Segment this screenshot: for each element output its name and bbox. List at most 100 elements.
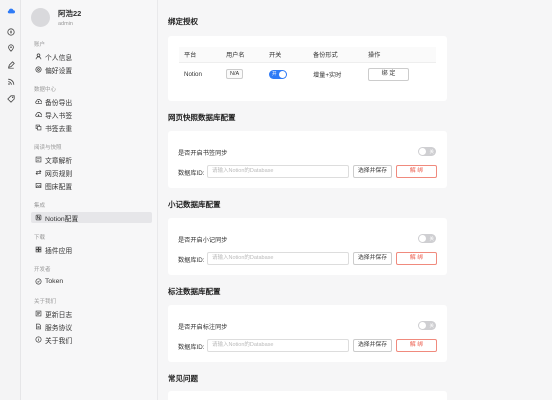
sidebar-item-label: 插件应用 [45, 247, 73, 255]
profile-name: 阿浩22 [58, 9, 82, 18]
sidebar-item-label: 个人信息 [45, 54, 73, 62]
sidebar-item-article-parse[interactable]: 文章解析 [31, 154, 152, 165]
location-pin-icon[interactable] [5, 42, 16, 53]
cloud-upload-icon [35, 99, 42, 104]
toggle-text: 关 [429, 235, 435, 241]
sidebar-item-label: Token [45, 278, 64, 285]
memo-db-input[interactable]: 请输入Notion的Database [207, 252, 349, 265]
sidebar-item-import[interactable]: 导入书签 [31, 109, 152, 120]
toggle-text: 关 [429, 148, 435, 154]
sidebar-item-token[interactable]: Token [31, 276, 152, 287]
sidebar-item-image-host[interactable]: 图床配置 [31, 180, 152, 191]
column-header: 操作 [363, 47, 436, 63]
section-title-auth: 绑定授权 [168, 17, 198, 26]
snapshot-save-button[interactable]: 选择并保存 [353, 165, 392, 178]
memo-unbind-button[interactable]: 解 绑 [396, 252, 437, 265]
section-title-snapshot: 网页快照数据库配置 [168, 113, 236, 122]
sidebar-item-dedupe[interactable]: 书签去重 [31, 122, 152, 133]
token-icon [35, 278, 42, 285]
user-icon [35, 53, 42, 60]
group-label-about: 关于我们 [34, 299, 57, 305]
table-header-row: 平台 用户名 开关 备份形式 操作 [179, 47, 436, 63]
sidebar-item-label: 更新日志 [45, 311, 73, 319]
icon-rail [0, 0, 21, 400]
notion-icon [35, 214, 42, 221]
sidebar-item-plugins[interactable]: 插件应用 [31, 244, 152, 255]
snapshot-sync-toggle[interactable]: 关 [418, 147, 436, 156]
sidebar: 阿浩22 admin 账户 个人信息 偏好设置 数据中心 备份导出 导入书签 书… [21, 0, 158, 400]
sidebar-item-label: 服务协议 [45, 324, 73, 332]
group-label-download: 下载 [34, 235, 46, 241]
cloud-logo-icon[interactable] [5, 5, 16, 16]
swap-icon [35, 169, 42, 176]
doc-icon [36, 323, 41, 330]
toggle-text: 关 [429, 322, 435, 328]
tag-icon[interactable] [5, 93, 16, 104]
group-label-account: 账户 [34, 42, 46, 48]
sidebar-item-label: 备份导出 [45, 99, 73, 107]
sync-toggle-label: 是否开启小记同步 [178, 237, 228, 244]
download-icon [35, 112, 42, 117]
sync-toggle-label: 是否开启标注同步 [178, 324, 228, 331]
auth-toggle[interactable]: 开 [269, 69, 287, 79]
pen-icon[interactable] [5, 59, 16, 70]
group-label-integration: 集成 [34, 203, 46, 209]
copy-icon [35, 124, 42, 131]
sidebar-item-web-rules[interactable]: 网页规则 [31, 167, 152, 178]
sidebar-item-about[interactable]: 关于我们 [31, 334, 152, 345]
sidebar-item-notion[interactable]: Notion配置 [31, 212, 152, 223]
sidebar-item-label: 书签去重 [45, 125, 73, 133]
sidebar-item-label: 偏好设置 [45, 67, 73, 75]
sidebar-item-label: 导入书签 [45, 112, 73, 120]
faq-card [168, 391, 447, 400]
annotation-unbind-button[interactable]: 解 绑 [396, 339, 437, 352]
info-icon [35, 336, 42, 343]
auth-card: 平台 用户名 开关 备份形式 操作 Notion N/A 开 增量+实时 绑 定 [168, 36, 447, 101]
sidebar-item-backup[interactable]: 备份导出 [31, 96, 152, 107]
annotation-card: 是否开启标注同步 关 数据库ID: 请输入Notion的Database 选择并… [168, 305, 447, 362]
annotation-db-input[interactable]: 请输入Notion的Database [207, 339, 349, 352]
sidebar-item-label: 图床配置 [45, 183, 73, 191]
auth-table: 平台 用户名 开关 备份形式 操作 Notion N/A 开 增量+实时 绑 定 [179, 47, 436, 86]
memo-card: 是否开启小记同步 关 数据库ID: 请输入Notion的Database 选择并… [168, 218, 447, 275]
platform-cell: Notion [184, 70, 202, 78]
bind-button[interactable]: 绑 定 [368, 67, 409, 81]
db-id-label: 数据库ID: [178, 170, 205, 177]
column-header: 平台 [179, 47, 221, 63]
column-header: 用户名 [221, 47, 264, 63]
profile-block[interactable]: 阿浩22 admin [31, 8, 81, 27]
snapshot-unbind-button[interactable]: 解 绑 [396, 165, 437, 178]
gear-icon [35, 66, 42, 73]
sidebar-item-profile[interactable]: 个人信息 [31, 51, 152, 62]
annotation-sync-toggle[interactable]: 关 [418, 321, 436, 330]
group-label-reading: 阅读与快照 [34, 145, 62, 151]
sidebar-item-preferences[interactable]: 偏好设置 [31, 64, 152, 75]
group-label-developer: 开发者 [34, 267, 51, 273]
sidebar-item-label: 网页规则 [45, 170, 73, 178]
backup-cell: 增量+实时 [313, 71, 342, 79]
article-icon [35, 156, 42, 163]
annotation-save-button[interactable]: 选择并保存 [353, 339, 392, 352]
column-header: 备份形式 [308, 47, 363, 63]
rss-icon[interactable] [5, 76, 16, 87]
sidebar-item-terms[interactable]: 服务协议 [31, 321, 152, 332]
compass-icon[interactable] [5, 26, 16, 37]
section-title-annotation: 标注数据库配置 [168, 287, 221, 296]
log-icon [35, 310, 42, 317]
table-row: Notion N/A 开 增量+实时 绑 定 [179, 62, 436, 86]
db-id-label: 数据库ID: [178, 257, 205, 264]
main-content: 绑定授权 平台 用户名 开关 备份形式 操作 Notion N/A 开 增量+实… [158, 0, 552, 400]
sidebar-item-changelog[interactable]: 更新日志 [31, 308, 152, 319]
image-icon [35, 183, 42, 188]
memo-save-button[interactable]: 选择并保存 [353, 252, 392, 265]
avatar[interactable] [31, 8, 50, 27]
snapshot-db-input[interactable]: 请输入Notion的Database [207, 165, 349, 178]
memo-sync-toggle[interactable]: 关 [418, 234, 436, 243]
sidebar-item-label: 文章解析 [45, 157, 73, 165]
snapshot-card: 是否开启书签同步 关 数据库ID: 请输入Notion的Database 选择并… [168, 131, 447, 188]
section-title-faq: 常见问题 [168, 374, 198, 383]
section-title-memo: 小记数据库配置 [168, 200, 221, 209]
column-header: 开关 [264, 47, 308, 63]
sync-toggle-label: 是否开启书签同步 [178, 150, 228, 157]
db-id-label: 数据库ID: [178, 344, 205, 351]
